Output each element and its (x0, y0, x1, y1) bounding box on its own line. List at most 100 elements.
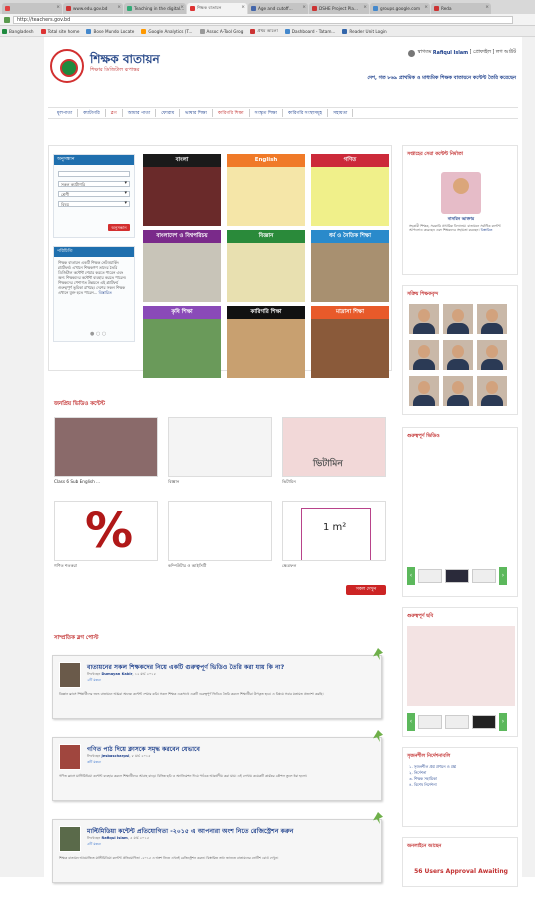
government-logo-icon[interactable] (50, 49, 84, 83)
post-author[interactable]: Dumayan Kabir (101, 672, 132, 676)
bookmark-item[interactable]: Dashboard - Tatam... (284, 28, 335, 34)
close-icon[interactable]: × (485, 5, 489, 10)
nav-item[interactable]: ভাষার শিক্ষা (180, 109, 213, 117)
more-videos-button[interactable]: সকল দেখুন (346, 585, 386, 595)
best-teacher-photo[interactable] (441, 172, 481, 214)
video-thumbnail[interactable]: % (54, 501, 158, 561)
carousel-next-icon[interactable]: › (499, 567, 507, 585)
video-thumbnail[interactable]: 1 m² (282, 501, 386, 561)
video-caption[interactable]: কম্পিউটার ও আইসিটি (168, 563, 272, 570)
video-caption[interactable]: Class 6 Sub English ... (54, 479, 158, 484)
browser-tab[interactable]: Age and cutoff... × (248, 3, 308, 14)
bookmark-item[interactable]: Total site home (40, 28, 79, 34)
nav-item[interactable]: আমার পাতা (123, 109, 157, 117)
browser-tab[interactable]: groups.google.com × (370, 3, 430, 14)
carousel-prev-icon[interactable]: ‹ (407, 567, 415, 585)
carousel-thumb[interactable] (418, 715, 442, 729)
close-icon[interactable]: × (56, 5, 60, 10)
bookmark-item[interactable]: Assoc A-Tool Grog (199, 28, 243, 34)
best-teacher-more-link[interactable]: বিস্তারিত (481, 228, 493, 232)
browser-tab[interactable]: শিক্ষক বাতায়ন × (187, 3, 247, 14)
video-caption[interactable]: ক্ষেত্রফল (282, 563, 386, 570)
nav-item[interactable]: ব্লগ (106, 109, 123, 117)
teacher-avatar[interactable] (477, 304, 507, 334)
class-select[interactable]: শ্রেণী (58, 191, 130, 197)
guideline-link[interactable]: ৪. বিশেষ নির্দেশনা (403, 782, 517, 788)
carousel-thumb[interactable] (445, 715, 469, 729)
browser-tab[interactable]: Reda × (431, 3, 491, 14)
video-card[interactable]: 1 m² ক্ষেত্রফল (282, 501, 386, 575)
close-icon[interactable]: × (117, 5, 121, 10)
subject-tile[interactable]: মাদ্রাসা শিক্ষা (311, 306, 389, 378)
teacher-avatar[interactable] (409, 376, 439, 406)
video-card[interactable]: কম্পিউটার ও আইসিটি (168, 501, 272, 575)
video-caption[interactable]: ভিটামিন (282, 479, 386, 486)
video-thumbnail[interactable] (54, 417, 158, 477)
bookmark-item[interactable]: প্রথম আলো (250, 28, 278, 35)
search-button[interactable]: অনুসন্ধান (108, 224, 130, 231)
post-comments-link[interactable]: ৫টি মন্তব্য (87, 841, 101, 848)
browser-tab[interactable]: Teaching in the digital... × (124, 3, 186, 14)
carousel-thumb[interactable] (418, 569, 442, 583)
video-card[interactable]: ভিটামিন ভিটামিন (282, 417, 386, 491)
close-icon[interactable]: × (241, 5, 245, 10)
browser-tab[interactable]: DSHE Project Pla... × (309, 3, 369, 14)
nav-item[interactable]: কারিগরি সংস্থাসমূহ (283, 109, 329, 117)
author-avatar[interactable] (59, 826, 81, 852)
bookmark-item[interactable]: Reader Unit Login (342, 28, 387, 34)
post-author[interactable]: Rafiqul Islam (101, 836, 127, 840)
teacher-avatar[interactable] (477, 340, 507, 370)
category-select[interactable]: সকল ক্যাটাগরি (58, 181, 130, 187)
video-caption[interactable]: গণিত শতকরা (54, 563, 158, 570)
subject-tile[interactable]: ধর্ম ও নৈতিক শিক্ষা (311, 230, 389, 302)
carousel-thumb[interactable] (472, 715, 496, 729)
carousel-next-icon[interactable]: › (499, 713, 507, 731)
teacher-avatar[interactable] (443, 304, 473, 334)
best-teacher-name[interactable]: নাসরিন আক্তার (403, 216, 519, 223)
post-comments-link[interactable]: ২টি মন্তব্য (87, 677, 101, 684)
subject-tile[interactable]: বাংলা (143, 154, 221, 226)
close-icon[interactable]: × (302, 5, 306, 10)
post-comments-link[interactable]: ৩টি মন্তব্য (87, 759, 101, 766)
bookmark-item[interactable]: Bangladesh (2, 28, 34, 34)
subject-tile[interactable]: বিজ্ঞান (227, 230, 305, 302)
video-thumbnail[interactable] (168, 417, 272, 477)
subject-tile[interactable]: কারিগরি শিক্ষা (227, 306, 305, 378)
subject-tile[interactable]: গণিত (311, 154, 389, 226)
nav-item[interactable]: সংস্কৃত শিক্ষা (250, 109, 283, 117)
video-card[interactable]: বিজ্ঞান (168, 417, 272, 491)
video-caption[interactable]: বিজ্ঞান (168, 479, 272, 486)
close-icon[interactable]: × (363, 5, 367, 10)
about-more-link[interactable]: বিস্তারিত (99, 290, 112, 295)
carousel-prev-icon[interactable]: ‹ (407, 713, 415, 731)
bookmark-item[interactable]: Google Analytics (T... (141, 28, 193, 34)
browser-tab[interactable]: www.edu.gov.bd × (63, 3, 123, 14)
nav-item[interactable]: ক্যাটাগরি (78, 109, 106, 117)
teacher-avatar[interactable] (443, 376, 473, 406)
nav-item[interactable]: কারিগরি শিক্ষা (213, 109, 250, 117)
video-card[interactable]: % গণিত শতকরা (54, 501, 158, 575)
nav-item[interactable]: মূলপাতা (52, 109, 79, 117)
mosquito-image[interactable] (407, 626, 515, 706)
teacher-avatar[interactable] (409, 340, 439, 370)
author-avatar[interactable] (59, 744, 81, 770)
video-thumbnail[interactable]: ভিটামিন (282, 417, 386, 477)
video-thumbnail[interactable] (168, 501, 272, 561)
url-input[interactable]: http://teachers.gov.bd (13, 15, 513, 24)
teacher-avatar[interactable] (409, 304, 439, 334)
user-name-link[interactable]: Rafiqul Islam (433, 51, 468, 56)
video-card[interactable]: Class 6 Sub English ... (54, 417, 158, 491)
user-links[interactable]: [ প্রোফাইল ] লগ আউট (470, 49, 516, 57)
subject-tile[interactable]: English (227, 154, 305, 226)
post-author[interactable]: Jesbascharpsi (101, 754, 129, 758)
nav-item[interactable]: ফোরাম (156, 109, 181, 117)
carousel-thumb[interactable] (445, 569, 469, 583)
teacher-avatar[interactable] (443, 340, 473, 370)
bookmark-item[interactable]: Bose Mundo Locate (86, 28, 134, 34)
carousel-thumb[interactable] (472, 569, 496, 583)
subject-select[interactable]: বিষয় (58, 201, 130, 207)
subject-tile[interactable]: বাংলাদেশ ও বিশ্বপরিচয় (143, 230, 221, 302)
author-avatar[interactable] (59, 662, 81, 688)
search-input[interactable] (58, 171, 130, 177)
close-icon[interactable]: × (180, 5, 184, 10)
